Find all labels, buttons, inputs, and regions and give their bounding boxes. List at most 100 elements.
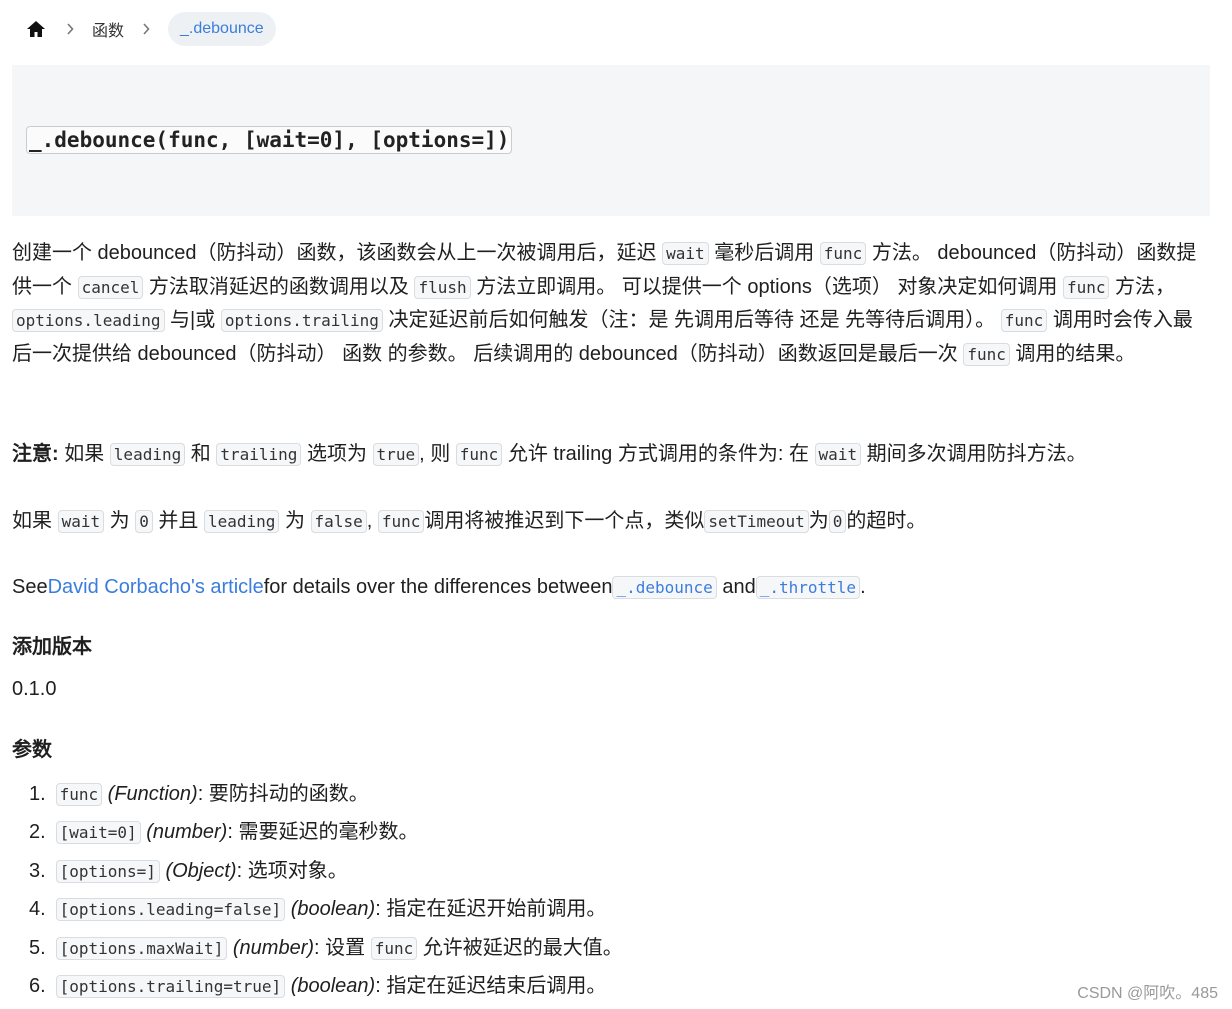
doc-content: 创建一个 debounced（防抖动）函数，该函数会从上一次被调用后，延迟 wa… (12, 237, 1210, 998)
param-type: (Function) (107, 783, 198, 805)
param-desc: : 指定在延迟结束后调用。 (375, 974, 607, 997)
param-desc: : 设置 (314, 936, 371, 959)
param-desc: 允许被延迟的最大值。 (417, 936, 623, 959)
text: 调用的结果。 (1009, 342, 1136, 365)
inline-code: func (377, 510, 425, 533)
text: 创建一个 debounced（防抖动）函数，该函数会从上一次被调用后，延迟 (12, 242, 663, 264)
breadcrumb-item-current[interactable]: _.debounce (168, 12, 276, 46)
text: 如果 (58, 443, 110, 465)
inline-code: func (819, 242, 867, 265)
watermark: CSDN @阿吹。485 (1077, 985, 1218, 1002)
params-heading: 参数 (12, 739, 52, 761)
param-code: [options.maxWait] (55, 936, 228, 960)
list-number: 3. (29, 859, 46, 882)
param-type: (boolean) (290, 974, 376, 997)
inline-code: leading (203, 510, 280, 533)
text: 为 (808, 510, 829, 532)
param-code: [options.leading=false] (55, 898, 286, 922)
home-icon[interactable] (24, 17, 48, 41)
text: 为 (104, 510, 136, 532)
params-list: 1. func (Function): 要防抖动的函数。 2. [wait=0]… (29, 777, 623, 1007)
param-item: 4. [options.leading=false] (boolean): 指定… (29, 892, 623, 930)
inline-code: true (372, 443, 420, 466)
text: 与|或 (164, 309, 221, 332)
text: , 则 (419, 443, 456, 465)
param-item: 5. [options.maxWait] (number): 设置 func 允… (29, 931, 623, 969)
inline-code: 0 (135, 510, 153, 533)
note2-paragraph: 如果 wait 为 0 并且 leading 为 false, func 调用将被… (12, 504, 926, 539)
description-paragraph: 创建一个 debounced（防抖动）函数，该函数会从上一次被调用后，延迟 wa… (12, 237, 1210, 371)
breadcrumb: 函数 _.debounce (24, 10, 276, 48)
param-type: (boolean) (290, 898, 376, 921)
text: and (716, 576, 756, 598)
param-desc: : 选项对象。 (236, 859, 348, 882)
function-signature: _.debounce(func, [wait=0], [options=]) (26, 126, 513, 154)
inline-code: 0 (828, 510, 847, 533)
inline-code: setTimeout (704, 510, 809, 533)
throttle-link[interactable]: _.throttle (755, 576, 861, 599)
breadcrumb-item-functions[interactable]: 函数 (92, 17, 124, 41)
param-type: (Object) (165, 859, 237, 882)
param-item: 1. func (Function): 要防抖动的函数。 (29, 777, 623, 815)
inline-code: trailing (216, 443, 302, 466)
text: 方法， (1109, 275, 1176, 298)
text: 如果 (12, 510, 58, 532)
see-also-paragraph: SeeDavid Corbacho's articlefor details o… (12, 570, 866, 605)
text: 方法取消延迟的函数调用以及 (143, 275, 415, 298)
text: 并且 (152, 510, 204, 532)
text: for details over the differences between (263, 576, 613, 598)
param-desc: : 指定在延迟开始前调用。 (375, 898, 607, 921)
inline-code: leading (109, 443, 186, 466)
inline-code: func (1062, 275, 1110, 299)
text: 允许 trailing 方式调用的条件为: 在 (502, 443, 815, 465)
param-code: func (55, 783, 103, 806)
param-item: 2. [wait=0] (number): 需要延迟的毫秒数。 (29, 815, 623, 853)
text: , (366, 510, 378, 532)
list-number: 4. (29, 898, 46, 921)
param-code: [wait=0] (55, 821, 141, 845)
chevron-right-icon (48, 23, 92, 35)
debounce-link[interactable]: _.debounce (612, 576, 717, 599)
signature-block: _.debounce(func, [wait=0], [options=]) (12, 65, 1210, 216)
inline-code: options.trailing (220, 309, 383, 333)
param-code: [options.trailing=true] (55, 974, 286, 998)
inline-code: false (310, 510, 367, 533)
inline-code: options.leading (12, 309, 165, 333)
text: 调用将被推迟到下一个点，类似 (424, 510, 705, 532)
text: 的超时。 (846, 510, 927, 532)
param-desc: : 要防抖动的函数。 (197, 783, 369, 805)
inline-code: wait (814, 443, 862, 466)
inline-code: func (1000, 309, 1048, 333)
param-type: (number) (232, 936, 315, 959)
param-item: 3. [options=] (Object): 选项对象。 (29, 854, 623, 892)
note-paragraph: 注意: 如果 leading 和 trailing 选项为 true, 则 fu… (12, 437, 1087, 472)
article-link[interactable]: David Corbacho's article (48, 576, 264, 598)
list-number: 6. (29, 974, 46, 997)
param-type: (number) (146, 821, 228, 844)
note-label: 注意: (12, 443, 59, 465)
text: 为 (279, 510, 311, 532)
param-desc: : 需要延迟的毫秒数。 (227, 821, 419, 844)
inline-code: func (455, 443, 503, 466)
text: . (860, 576, 866, 598)
version-value: 0.1.0 (12, 678, 57, 700)
text: 毫秒后调用 (708, 242, 820, 264)
version-heading: 添加版本 (12, 636, 92, 658)
text: 选项为 (301, 443, 373, 465)
inline-code: func (963, 342, 1010, 366)
chevron-right-icon (124, 23, 168, 35)
list-number: 1. (29, 783, 46, 805)
inline-code: wait (662, 242, 709, 265)
param-item: 6. [options.trailing=true] (boolean): 指定… (29, 969, 623, 1007)
param-code: func (370, 936, 418, 960)
inline-code: flush (414, 275, 471, 299)
text: 方法立即调用。 可以提供一个 options（选项） 对象决定如何调用 (470, 275, 1063, 298)
text: 决定延迟前后如何触发（注：是 先调用后等待 还是 先等待后调用）。 (382, 309, 1001, 332)
text: See (12, 576, 48, 598)
list-number: 2. (29, 821, 46, 844)
text: 期间多次调用防抖方法。 (861, 443, 1087, 465)
inline-code: cancel (77, 275, 144, 299)
param-code: [options=] (55, 859, 160, 883)
inline-code: wait (57, 510, 105, 533)
text: 和 (185, 443, 217, 465)
